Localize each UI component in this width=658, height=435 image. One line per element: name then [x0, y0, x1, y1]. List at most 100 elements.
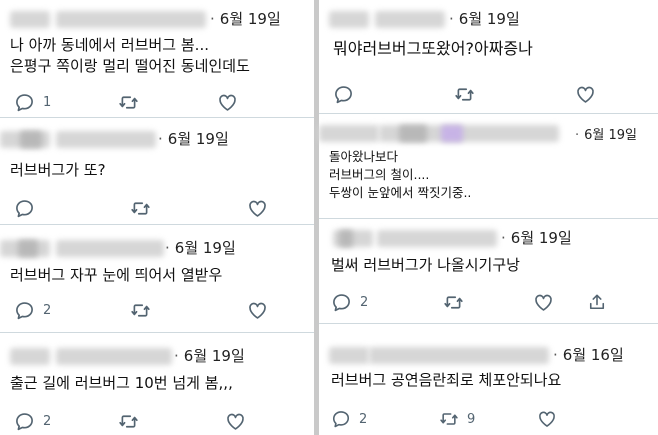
- reply-button[interactable]: 2: [331, 292, 368, 313]
- blurred-username: [369, 347, 549, 364]
- reply-icon: [14, 198, 35, 219]
- like-icon: [247, 198, 268, 219]
- retweet-icon: [443, 292, 464, 313]
- tweet-header: · 6월 19일: [0, 345, 314, 367]
- tweet-date[interactable]: · 6월 19일: [158, 128, 229, 149]
- blurred-avatar: [319, 125, 379, 142]
- retweet-icon: [118, 411, 139, 432]
- reply-button[interactable]: 2: [331, 409, 367, 429]
- reply-icon: [14, 92, 35, 113]
- retweet-icon: [130, 198, 151, 219]
- like-button[interactable]: [533, 292, 554, 313]
- blurred-avatar-detail: [20, 131, 42, 148]
- tweet-text: 나 아까 동네에서 러브버그 봄... 은평구 쪽이랑 멀리 떨어진 동네인데도: [10, 36, 250, 75]
- share-icon: [587, 292, 607, 312]
- tweet-header: · 6월 19일: [0, 128, 314, 150]
- tweet-date[interactable]: · 6월 16일: [553, 344, 624, 365]
- blurred-emoji: [441, 125, 463, 142]
- reply-count: 2: [43, 414, 52, 429]
- retweet-button[interactable]: [443, 292, 464, 313]
- blurred-avatar: [10, 11, 50, 28]
- reply-count: 2: [43, 303, 52, 318]
- blurred-username-detail: [399, 125, 427, 142]
- tweet-date[interactable]: · 6월 19일: [575, 124, 637, 143]
- like-button[interactable]: [217, 92, 238, 113]
- like-icon: [575, 84, 596, 105]
- tweet-header: · 6월 19일: [0, 237, 314, 259]
- tweet-card[interactable]: · 6월 19일 러브버그가 또?: [0, 118, 314, 224]
- tweet-card[interactable]: · 6월 16일 러브버그 공연음란죄로 체포안되나요 2 9: [319, 324, 658, 435]
- retweet-button[interactable]: 9: [439, 409, 475, 429]
- share-button[interactable]: [587, 292, 607, 312]
- like-button[interactable]: [537, 409, 557, 429]
- retweet-button[interactable]: [118, 92, 139, 113]
- reply-icon: [333, 84, 354, 105]
- tweet-header: · 6월 19일: [0, 8, 314, 30]
- tweet-header: · 6월 16일: [319, 344, 658, 366]
- blurred-avatar: [329, 11, 369, 28]
- tweet-date[interactable]: · 6월 19일: [449, 8, 520, 29]
- blurred-avatar-detail: [18, 240, 38, 257]
- tweet-card[interactable]: · 6월 19일 출근 길에 러브버그 10번 넘게 봄,,, 2: [0, 333, 314, 435]
- retweet-button[interactable]: [118, 411, 139, 432]
- reply-count: 2: [360, 295, 369, 310]
- tweet-text: 러브버그 자꾸 눈에 띄어서 열받우: [10, 266, 223, 284]
- blurred-username: [56, 131, 156, 148]
- like-button[interactable]: [247, 300, 268, 321]
- tweet-header: · 6월 19일: [319, 122, 658, 144]
- tweet-card[interactable]: · 6월 19일 러브버그 자꾸 눈에 띄어서 열받우 2: [0, 225, 314, 332]
- tweet-date[interactable]: · 6월 19일: [165, 237, 236, 258]
- tweet-text: 뭐야러브버그또왔어?아짜증나: [333, 39, 533, 58]
- blurred-username: [377, 230, 497, 247]
- reply-icon: [14, 411, 35, 432]
- like-button[interactable]: [225, 411, 246, 432]
- blurred-username: [375, 11, 445, 28]
- tweet-header: · 6월 19일: [319, 227, 658, 249]
- like-icon: [247, 300, 268, 321]
- retweet-button[interactable]: [454, 84, 475, 105]
- tweet-text: 러브버그가 또?: [10, 161, 106, 179]
- tweet-date[interactable]: · 6월 19일: [174, 345, 245, 366]
- reply-icon: [14, 300, 35, 321]
- like-button[interactable]: [575, 84, 596, 105]
- tweet-card[interactable]: · 6월 19일 돌아왔나보다 러브버그의 철이.... 두쌍이 눈앞에서 짝짓기…: [319, 114, 658, 218]
- reply-button[interactable]: 1: [14, 92, 51, 113]
- reply-button[interactable]: [333, 84, 354, 105]
- retweet-button[interactable]: [130, 198, 151, 219]
- tweet-text: 돌아왔나보다 러브버그의 철이.... 두쌍이 눈앞에서 짝짓기중..: [329, 149, 472, 200]
- blurred-username: [56, 11, 206, 28]
- tweet-text: 벌써 러브버그가 나올시기구낭: [331, 256, 520, 274]
- retweet-count: 9: [467, 411, 476, 427]
- reply-button[interactable]: 2: [14, 300, 51, 321]
- tweet-date[interactable]: · 6월 19일: [210, 8, 281, 29]
- blurred-avatar: [329, 347, 369, 364]
- like-icon: [537, 409, 557, 429]
- reply-button[interactable]: [14, 198, 35, 219]
- tweet-card[interactable]: · 6월 19일 벌써 러브버그가 나올시기구낭 2: [319, 219, 658, 323]
- tweet-text: 출근 길에 러브버그 10번 넘게 봄,,,: [10, 374, 233, 392]
- blurred-avatar: [10, 348, 50, 365]
- retweet-icon: [454, 84, 475, 105]
- right-screenshot-column: · 6월 19일 뭐야러브버그또왔어?아짜증나 · 6월 19일 돌아왔나보다 러브…: [319, 0, 658, 435]
- reply-count: 2: [359, 411, 368, 427]
- blurred-username: [56, 348, 172, 365]
- tweet-date[interactable]: · 6월 19일: [501, 227, 572, 248]
- reply-icon: [331, 292, 352, 313]
- retweet-button[interactable]: [130, 300, 151, 321]
- like-icon: [225, 411, 246, 432]
- tweet-text: 러브버그 공연음란죄로 체포안되나요: [331, 371, 562, 389]
- like-icon: [533, 292, 554, 313]
- reply-count: 1: [43, 95, 52, 110]
- reply-icon: [331, 409, 351, 429]
- like-button[interactable]: [247, 198, 268, 219]
- tweet-card[interactable]: · 6월 19일 뭐야러브버그또왔어?아짜증나: [319, 0, 658, 113]
- reply-button[interactable]: 2: [14, 411, 51, 432]
- retweet-icon: [118, 92, 139, 113]
- retweet-icon: [439, 409, 459, 429]
- like-icon: [217, 92, 238, 113]
- blurred-avatar-detail: [339, 230, 353, 247]
- blurred-username: [56, 240, 164, 257]
- retweet-icon: [130, 300, 151, 321]
- tweet-card[interactable]: · 6월 19일 나 아까 동네에서 러브버그 봄... 은평구 쪽이랑 멀리 떨…: [0, 0, 314, 117]
- tweet-header: · 6월 19일: [319, 8, 658, 30]
